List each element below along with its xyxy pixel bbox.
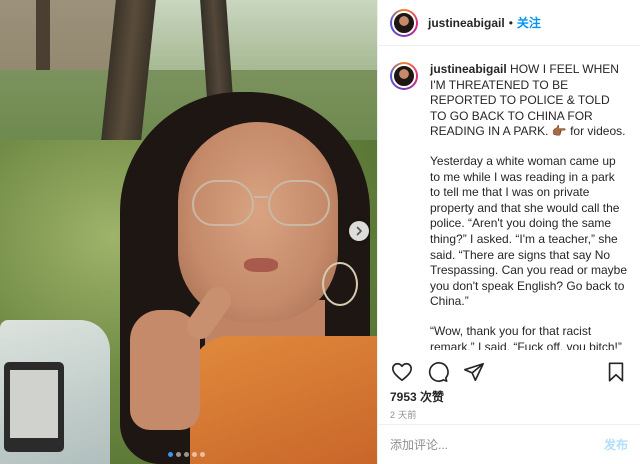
comment-bar: 发布	[378, 424, 640, 464]
like-button[interactable]	[390, 360, 414, 384]
photo-glasses	[268, 180, 330, 226]
photo-person-top	[190, 336, 377, 464]
caption-paragraph: “Wow, thank you for that racist remark,”…	[430, 323, 622, 350]
post-timestamp[interactable]: 2 天前	[390, 408, 417, 421]
photo-tree	[36, 0, 50, 70]
caption-avatar[interactable]	[390, 62, 418, 90]
like-count[interactable]: 7953 次赞	[390, 388, 444, 405]
carousel-dot-active	[168, 452, 173, 457]
carousel-next-button[interactable]	[349, 221, 369, 241]
save-button[interactable]	[604, 360, 628, 384]
comment-icon	[428, 362, 449, 382]
photo-earring	[322, 262, 358, 306]
caption-scroll-area[interactable]: justineabigail HOW I FEEL WHEN I'M THREA…	[378, 58, 640, 350]
chevron-right-icon	[356, 226, 362, 236]
bookmark-icon	[608, 362, 624, 382]
photo-glasses	[192, 180, 254, 226]
caption-paragraph: justineabigail HOW I FEEL WHEN I'M THREA…	[430, 62, 628, 140]
photo-glasses-bridge	[254, 196, 268, 198]
comment-button[interactable]	[426, 360, 450, 384]
post-header: justineabigail • 关注	[378, 0, 640, 46]
action-bar	[378, 358, 640, 386]
post-sidebar: justineabigail • 关注 justineabigail HOW I…	[377, 0, 640, 464]
post-comment-button[interactable]: 发布	[604, 436, 628, 453]
follow-button[interactable]: 关注	[517, 14, 541, 31]
caption-paragraph: Yesterday a white woman came up to me wh…	[430, 153, 627, 309]
share-icon	[464, 362, 484, 382]
photo-person-mouth	[244, 258, 278, 272]
caption-text: justineabigail HOW I FEEL WHEN I'M THREA…	[430, 58, 628, 350]
carousel-dot	[184, 452, 189, 457]
heart-icon	[392, 362, 412, 382]
avatar[interactable]	[390, 8, 418, 37]
carousel-dot	[200, 452, 205, 457]
comment-input[interactable]	[390, 437, 604, 452]
carousel-indicator	[168, 452, 205, 457]
post-photo[interactable]	[0, 0, 377, 464]
carousel-dot	[192, 452, 197, 457]
header-username[interactable]: justineabigail	[428, 16, 505, 30]
header-separator: •	[508, 15, 513, 30]
caption-username[interactable]: justineabigail	[430, 62, 507, 76]
photo-ereader	[4, 362, 64, 452]
share-button[interactable]	[462, 360, 486, 384]
photo-building	[0, 0, 120, 70]
carousel-dot	[176, 452, 181, 457]
caption-row: justineabigail HOW I FEEL WHEN I'M THREA…	[390, 58, 628, 350]
